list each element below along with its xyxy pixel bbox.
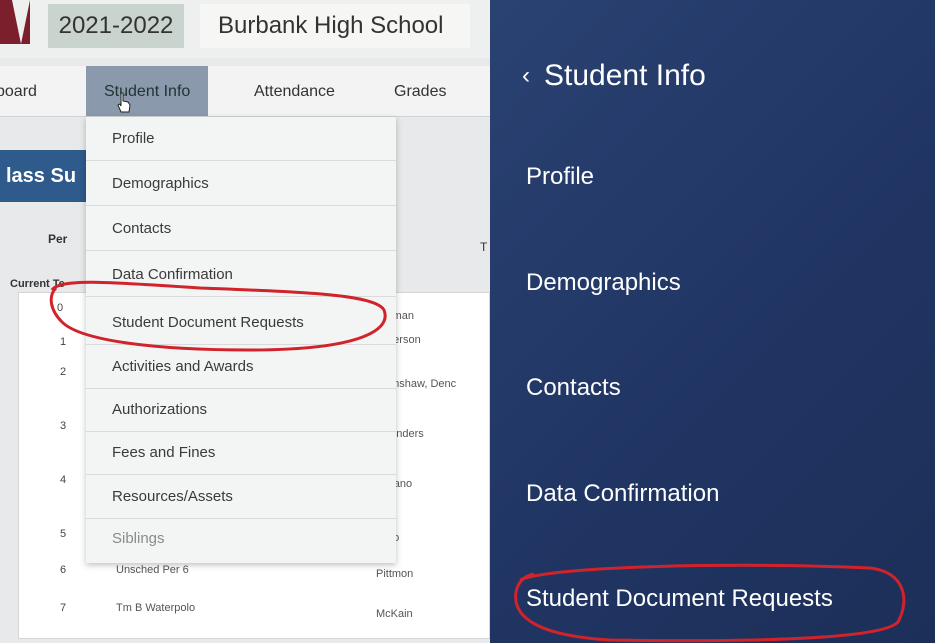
school-logo <box>0 0 30 44</box>
dropdown-item-label: Authorizations <box>112 401 208 418</box>
dropdown-item-resources-assets[interactable]: Resources/Assets <box>86 475 396 519</box>
dropdown-item-siblings[interactable]: Siblings <box>86 517 396 560</box>
current-term-label: Current Te <box>10 278 65 290</box>
dropdown-item-label: Data Confirmation <box>112 266 233 283</box>
menu-item-profile[interactable]: Profile <box>526 160 594 194</box>
school-year-selector[interactable]: 2021-2022 <box>48 4 184 48</box>
dropdown-item-label: Siblings <box>112 530 165 547</box>
row-teacher: McKain <box>376 608 413 620</box>
menu-item-demographics[interactable]: Demographics <box>526 266 681 300</box>
row-period: 1 <box>60 336 67 348</box>
dropdown-item-label: Contacts <box>112 220 172 237</box>
back-to-student-info[interactable]: ‹ Student Info <box>522 56 706 98</box>
dropdown-item-profile[interactable]: Profile <box>86 117 396 161</box>
dropdown-item-label: Fees and Fines <box>112 444 216 461</box>
dropdown-item-label: Resources/Assets <box>112 488 233 505</box>
row-teacher: Pittmon <box>376 568 414 580</box>
chevron-left-icon: ‹ <box>522 62 530 89</box>
row-period: 0 <box>57 302 64 314</box>
menu-item-data-confirmation[interactable]: Data Confirmation <box>526 477 719 511</box>
row-period: 2 <box>60 366 67 378</box>
menu-item-contacts[interactable]: Contacts <box>526 371 621 405</box>
row-period: 7 <box>60 602 67 614</box>
mobile-menu-panel: ‹ Student Info Profile Demographics Conta… <box>490 0 935 643</box>
menu-title: Student Info <box>544 59 706 92</box>
dropdown-item-authorizations[interactable]: Authorizations <box>86 388 396 432</box>
row-course: Tm B Waterpolo <box>116 602 196 614</box>
nav-grades[interactable]: Grades <box>394 66 446 116</box>
dropdown-item-label: Activities and Awards <box>112 358 254 375</box>
dropdown-item-fees-and-fines[interactable]: Fees and Fines <box>86 431 396 475</box>
class-summary-title: lass Su <box>6 165 77 187</box>
dropdown-item-contacts[interactable]: Contacts <box>86 207 396 251</box>
column-header-t: T <box>480 240 488 254</box>
dropdown-item-label: Demographics <box>112 175 209 192</box>
school-name-selector[interactable]: Burbank High School <box>200 4 470 48</box>
dropdown-item-demographics[interactable]: Demographics <box>86 162 396 206</box>
column-header-per: Per <box>48 232 68 246</box>
menu-item-student-document-requests[interactable]: Student Document Requests <box>526 582 833 616</box>
nav-attendance[interactable]: Attendance <box>254 66 335 116</box>
nav-student-info[interactable]: Student Info <box>86 66 209 116</box>
row-period: 3 <box>60 420 67 432</box>
desktop-screenshot-panel: 2021-2022 Burbank High School board Stud… <box>0 0 490 643</box>
dropdown-item-student-document-requests[interactable]: Student Document Requests <box>86 301 396 345</box>
row-period: 5 <box>60 528 67 540</box>
nav-dashboard[interactable]: board <box>0 66 37 116</box>
dropdown-item-label: Profile <box>112 130 155 147</box>
hand-cursor-icon <box>117 92 131 113</box>
row-course: Unsched Per 6 <box>116 564 189 576</box>
student-info-dropdown: Profile Demographics Contacts Data Confi… <box>86 117 396 563</box>
row-period: 6 <box>60 564 67 576</box>
dropdown-item-activities-and-awards[interactable]: Activities and Awards <box>86 345 396 389</box>
dropdown-item-label: Student Document Requests <box>112 314 304 331</box>
dropdown-item-data-confirmation[interactable]: Data Confirmation <box>86 253 396 297</box>
row-period: 4 <box>60 474 67 486</box>
